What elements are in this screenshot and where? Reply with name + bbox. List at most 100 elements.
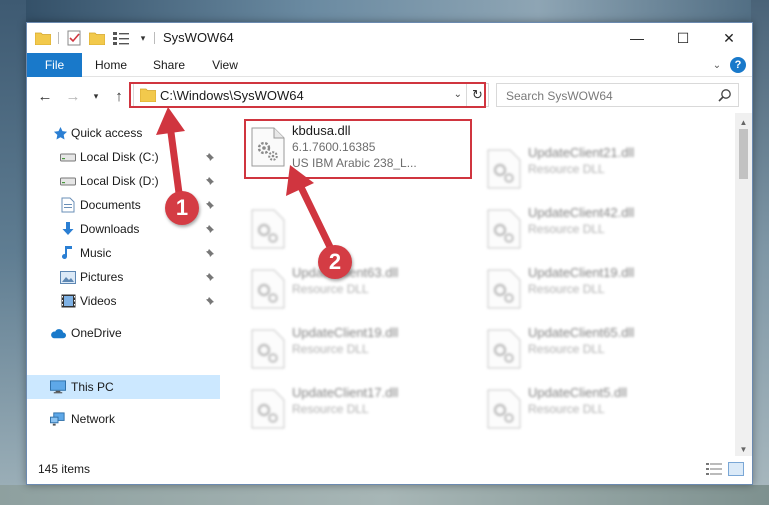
sidebar-item-network[interactable]: Network <box>27 407 220 431</box>
customize-toolbar-chevron-icon[interactable]: ▾ <box>137 29 149 47</box>
tab-home[interactable]: Home <box>85 53 137 77</box>
sidebar-item-local-disk-c[interactable]: Local Disk (C:) <box>27 145 220 169</box>
file-item[interactable]: UpdateClient5.dll Resource DLL <box>482 383 712 435</box>
star-icon <box>52 125 68 141</box>
drive-icon <box>60 149 76 165</box>
close-button[interactable]: ✕ <box>706 23 752 53</box>
item-count: 145 items <box>38 462 91 476</box>
file-item[interactable] <box>246 203 476 255</box>
recent-locations-chevron-icon[interactable]: ▾ <box>89 86 103 106</box>
sidebar-item-videos[interactable]: Videos <box>27 289 220 313</box>
ribbon: File Home Share View ⌄ ? <box>27 53 752 77</box>
downloads-icon <box>60 221 76 237</box>
maximize-button[interactable]: ☐ <box>660 23 706 53</box>
file-name: UpdateClient21.dll <box>528 145 635 160</box>
tab-file[interactable]: File <box>27 53 82 77</box>
file-item[interactable]: UpdateClient17.dll Resource DLL <box>246 383 476 435</box>
toolbar-separator <box>58 32 59 44</box>
sidebar-item-label: Videos <box>80 294 117 308</box>
sidebar-item-onedrive[interactable]: OneDrive <box>27 321 220 345</box>
file-name: UpdateClient5.dll <box>528 385 628 400</box>
videos-icon <box>60 293 76 309</box>
pin-icon[interactable] <box>205 151 215 161</box>
documents-icon <box>60 197 76 213</box>
scroll-up-arrow-icon[interactable]: ▲ <box>735 115 752 129</box>
window-title: SysWOW64 <box>163 30 234 45</box>
file-name: UpdateClient42.dll <box>528 205 635 220</box>
file-name: UpdateClient19.dll <box>528 265 635 280</box>
network-icon <box>50 411 66 427</box>
vertical-scrollbar[interactable]: ▲ ▼ <box>735 113 752 458</box>
sidebar-item-label: Pictures <box>80 270 124 284</box>
tab-share[interactable]: Share <box>143 53 195 77</box>
computer-icon <box>50 379 66 395</box>
pin-icon[interactable] <box>205 247 215 257</box>
file-item[interactable]: UpdateClient42.dll Resource DLL <box>482 203 712 255</box>
pin-icon[interactable] <box>205 271 215 281</box>
sidebar-item-pictures[interactable]: Pictures <box>27 265 220 289</box>
desktop-background-bottom <box>0 485 769 505</box>
forward-arrow-icon[interactable]: → <box>63 86 83 106</box>
dll-file-icon <box>250 209 286 249</box>
desktop-background-left <box>0 0 26 505</box>
dll-file-icon <box>486 149 522 189</box>
search-placeholder: Search SysWOW64 <box>506 89 613 103</box>
sidebar-item-label: Quick access <box>71 126 143 140</box>
onedrive-icon <box>50 325 66 341</box>
file-type: Resource DLL <box>292 282 369 296</box>
file-type: Resource DLL <box>528 162 605 176</box>
file-name: UpdateClient65.dll <box>528 325 635 340</box>
file-item[interactable]: UpdateClient19.dll Resource DLL <box>246 323 476 375</box>
pin-icon[interactable] <box>205 199 215 209</box>
pictures-icon <box>60 269 76 285</box>
desktop-background-top <box>0 0 769 22</box>
back-arrow-icon[interactable]: ← <box>35 86 55 106</box>
properties-check-icon[interactable] <box>65 29 83 47</box>
sidebar-item-music[interactable]: Music <box>27 241 220 265</box>
file-type: Resource DLL <box>528 282 605 296</box>
search-icon[interactable] <box>718 88 732 102</box>
sidebar-item-this-pc[interactable]: This PC <box>27 375 220 399</box>
title-bar[interactable]: ▾ SysWOW64 — ☐ ✕ <box>27 23 752 53</box>
help-button[interactable]: ? <box>730 57 746 73</box>
file-item[interactable]: UpdateClient63.dll Resource DLL <box>246 263 476 315</box>
large-icons-view-icon[interactable] <box>728 462 744 476</box>
search-input[interactable]: Search SysWOW64 <box>496 83 739 107</box>
file-item[interactable]: UpdateClient19.dll Resource DLL <box>482 263 712 315</box>
sidebar-item-label: Local Disk (C:) <box>80 150 159 164</box>
sidebar-item-label: Network <box>71 412 116 426</box>
properties-icon[interactable] <box>111 29 133 47</box>
scroll-down-arrow-icon[interactable]: ▼ <box>735 442 752 456</box>
details-view-icon[interactable] <box>706 462 722 476</box>
navigation-pane: Quick access Local Disk (C:) Local Disk … <box>27 113 220 458</box>
status-bar: 145 items <box>27 456 752 484</box>
new-folder-icon[interactable] <box>89 29 105 47</box>
sidebar-item-label: Music <box>80 246 112 260</box>
pin-icon[interactable] <box>205 223 215 233</box>
annotation-marker-1: 1 <box>165 191 199 225</box>
scrollbar-thumb[interactable] <box>739 129 748 179</box>
toolbar-separator <box>154 32 155 44</box>
sidebar-item-quick-access[interactable]: Quick access <box>27 121 220 145</box>
up-arrow-icon[interactable]: ↑ <box>109 86 129 106</box>
desktop-background-right <box>751 0 769 505</box>
sidebar-item-label: Downloads <box>80 222 140 236</box>
dll-file-icon <box>486 269 522 309</box>
folder-icon[interactable] <box>35 29 51 47</box>
expand-ribbon-chevron-icon[interactable]: ⌄ <box>710 58 724 72</box>
pin-icon[interactable] <box>205 175 215 185</box>
dll-file-icon <box>486 389 522 429</box>
file-item[interactable]: UpdateClient65.dll Resource DLL <box>482 323 712 375</box>
sidebar-item-label: OneDrive <box>71 326 122 340</box>
file-item[interactable]: UpdateClient21.dll Resource DLL <box>482 143 712 195</box>
sidebar-item-local-disk-d[interactable]: Local Disk (D:) <box>27 169 220 193</box>
dll-file-icon <box>486 209 522 249</box>
tab-view[interactable]: View <box>201 53 249 77</box>
file-type: Resource DLL <box>528 402 605 416</box>
minimize-button[interactable]: — <box>614 23 660 53</box>
file-type: Resource DLL <box>528 222 605 236</box>
file-name: UpdateClient19.dll <box>292 325 399 340</box>
sidebar-item-label: Documents <box>80 198 141 212</box>
file-name: UpdateClient17.dll <box>292 385 399 400</box>
pin-icon[interactable] <box>205 295 215 305</box>
